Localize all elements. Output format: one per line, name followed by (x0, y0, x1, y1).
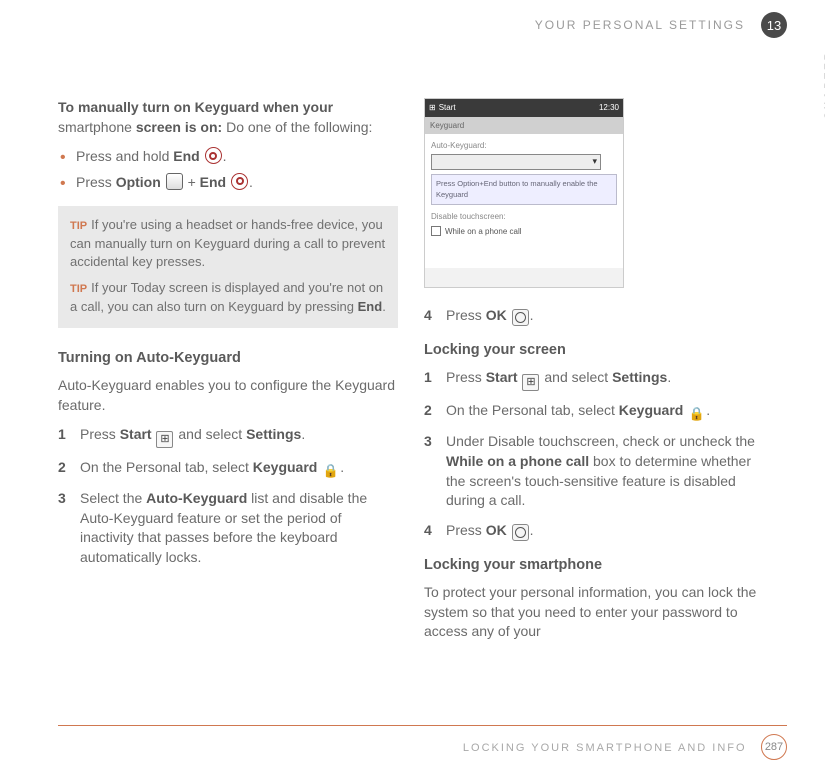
start-flag-icon: ⊞ (156, 431, 173, 448)
l1b: Start (486, 369, 518, 385)
bullet-list: Press and hold End . Press Option + End … (58, 147, 398, 192)
b2-c: + (184, 174, 200, 190)
shot-time: 12:30 (599, 102, 619, 113)
l3a: Under Disable touchscreen, check or unch… (446, 433, 755, 449)
shot-checkbox (431, 226, 441, 236)
steps-locking-screen: 1 Press Start ⊞ and select Settings. 2 O… (424, 368, 764, 540)
shot-statusbar: ⊞Start 12:30 (425, 99, 623, 117)
intro-bold-1: To manually turn on Keyguard when your (58, 99, 333, 115)
s3b: Auto-Keyguard (146, 490, 247, 506)
subhead-locking-smartphone: Locking your smartphone (424, 555, 764, 575)
chapter-number-badge: 13 (761, 12, 787, 38)
tip-box: TIPIf you're using a headset or hands-fr… (58, 206, 398, 327)
shot-checkbox-row: While on a phone call (431, 226, 617, 237)
lock-icon: 🔒 (688, 405, 705, 422)
l4c: . (530, 522, 534, 538)
b1-a: Press and hold (76, 148, 173, 164)
l2c: . (706, 402, 710, 418)
s2a: On the Personal tab, select (80, 459, 253, 475)
step-4: 4 Press OK . (424, 306, 764, 326)
s2b: Keyguard (253, 459, 318, 475)
lstep-3: 3 Under Disable touchscreen, check or un… (424, 432, 764, 510)
bullet-item-2: Press Option + End . (58, 173, 398, 193)
shot-autokg-label: Auto-Keyguard: (431, 140, 617, 151)
locking-smartphone-desc: To protect your personal information, yo… (424, 583, 764, 642)
left-column: To manually turn on Keyguard when your s… (58, 98, 398, 652)
intro-bold-2: screen is on: (136, 119, 222, 135)
step-1: 1 Press Start ⊞ and select Settings. (58, 425, 398, 448)
b2-e: . (249, 174, 253, 190)
l1c: and select (540, 369, 612, 385)
s3a: Select the (80, 490, 146, 506)
content-columns: To manually turn on Keyguard when your s… (58, 98, 787, 652)
right-column: ⊞Start 12:30 Keyguard Auto-Keyguard: Pre… (424, 98, 764, 652)
subhead-auto-keyguard: Turning on Auto-Keyguard (58, 348, 398, 368)
s1e: . (301, 426, 305, 442)
ok-icon (512, 309, 529, 326)
ok-icon (512, 524, 529, 541)
tip-2b: End (358, 299, 383, 314)
auto-keyguard-desc: Auto-Keyguard enables you to configure t… (58, 376, 398, 415)
b2-b: Option (116, 174, 161, 190)
step-3: 3 Select the Auto-Keyguard list and disa… (58, 489, 398, 567)
l4a: Press (446, 522, 486, 538)
s4b: OK (486, 307, 507, 323)
tip-1-text: If you're using a headset or hands-free … (70, 217, 385, 269)
shot-autokg-dropdown (431, 154, 601, 170)
steps-auto-keyguard: 1 Press Start ⊞ and select Settings. 2 O… (58, 425, 398, 567)
l1d: Settings (612, 369, 667, 385)
subhead-locking-screen: Locking your screen (424, 340, 764, 360)
option-key-icon (166, 173, 183, 190)
b1-b: End (173, 148, 199, 164)
s1d: Settings (246, 426, 301, 442)
lstep-2: 2 On the Personal tab, select Keyguard 🔒… (424, 401, 764, 423)
start-flag-icon: ⊞ (522, 374, 539, 391)
s1c: and select (174, 426, 246, 442)
s4c: . (530, 307, 534, 323)
l1a: Press (446, 369, 486, 385)
step-2: 2 On the Personal tab, select Keyguard 🔒… (58, 458, 398, 480)
l3b: While on a phone call (446, 453, 589, 469)
intro-paragraph: To manually turn on Keyguard when your s… (58, 98, 398, 137)
page-number: 287 (761, 734, 787, 760)
s4a: Press (446, 307, 486, 323)
b2-a: Press (76, 174, 116, 190)
shot-checkbox-label: While on a phone call (445, 226, 522, 237)
shot-disable-label: Disable touchscreen: (431, 211, 617, 222)
lstep-4: 4 Press OK . (424, 521, 764, 541)
end-key-icon (231, 173, 248, 190)
bullet-item-1: Press and hold End . (58, 147, 398, 167)
tip-2a: If your Today screen is displayed and yo… (70, 280, 383, 313)
footer-text: LOCKING YOUR SMARTPHONE AND INFO (463, 742, 747, 754)
keyguard-screenshot: ⊞Start 12:30 Keyguard Auto-Keyguard: Pre… (424, 98, 624, 288)
shot-start: ⊞Start (429, 102, 456, 113)
l2b: Keyguard (619, 402, 684, 418)
page-footer: LOCKING YOUR SMARTPHONE AND INFO 287 (58, 725, 787, 760)
tip-2c: . (382, 299, 386, 314)
shot-hint: Press Option+End button to manually enab… (431, 174, 617, 205)
shot-title: Keyguard (425, 117, 623, 134)
lstep-1: 1 Press Start ⊞ and select Settings. (424, 368, 764, 391)
s1b: Start (120, 426, 152, 442)
intro-text-2: Do one of the following: (222, 119, 372, 135)
page-header: YOUR PERSONAL SETTINGS 13 (58, 18, 787, 48)
end-key-icon (205, 147, 222, 164)
l2a: On the Personal tab, select (446, 402, 619, 418)
s1a: Press (80, 426, 120, 442)
shot-body: Auto-Keyguard: Press Option+End button t… (425, 134, 623, 268)
l1e: . (667, 369, 671, 385)
lock-icon: 🔒 (322, 462, 339, 479)
s2c: . (340, 459, 344, 475)
intro-text-1: smartphone (58, 119, 136, 135)
tip-label-2: TIP (70, 283, 87, 295)
l4b: OK (486, 522, 507, 538)
b2-d: End (200, 174, 226, 190)
tip-1: TIPIf you're using a headset or hands-fr… (70, 216, 386, 271)
tip-label-1: TIP (70, 220, 87, 232)
b1-c: . (223, 148, 227, 164)
tip-2: TIPIf your Today screen is displayed and… (70, 279, 386, 316)
section-title: YOUR PERSONAL SETTINGS (535, 18, 745, 32)
steps-continued: 4 Press OK . (424, 306, 764, 326)
